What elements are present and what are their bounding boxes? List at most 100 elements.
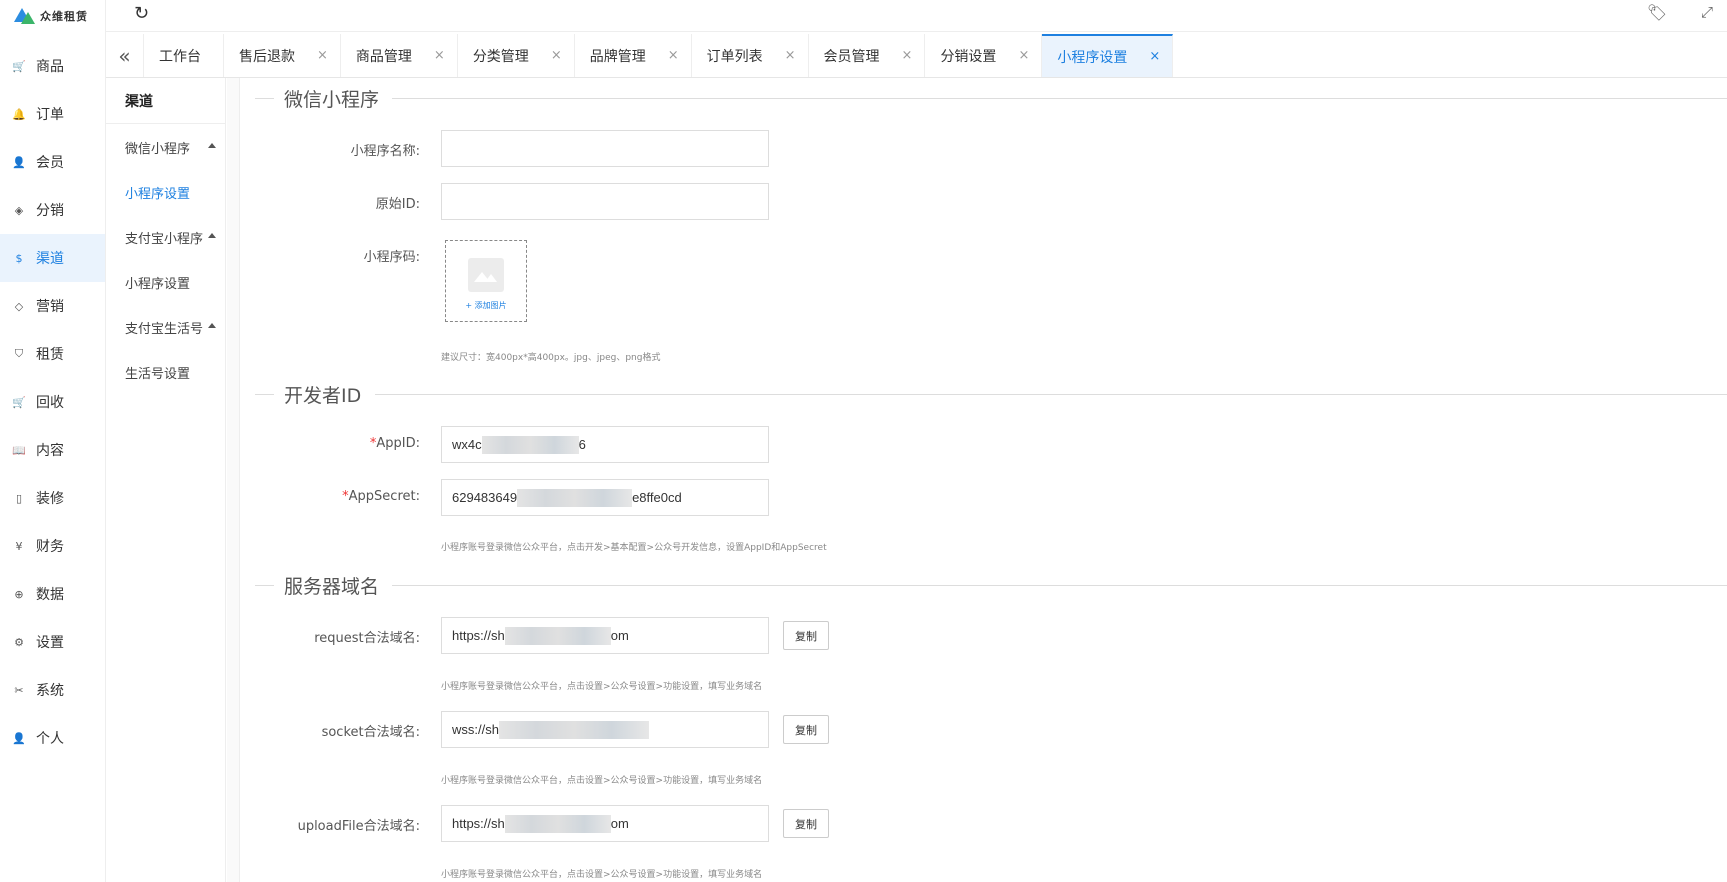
copy-socket-button[interactable]: 复制 [783,715,829,744]
upload-domain-input[interactable]: https://sh om [441,805,769,842]
tab-0[interactable]: 工作台 [144,34,224,77]
request-prefix: https://sh [452,628,505,643]
submenu-item[interactable]: 生活号设置 [106,350,225,394]
nav-item-label: 系统 [36,683,64,699]
appsecret-prefix: 629483649 [452,490,518,505]
qrcode-label: 小程序码: [363,250,420,265]
tab-label: 订单列表 [706,48,763,65]
submenu-title: 渠道 [106,78,225,124]
nav-item-14[interactable]: 👤 个人 [0,714,105,762]
nav-item-label: 回收 [36,395,64,411]
tab-label: 小程序设置 [1057,49,1128,66]
tab-6[interactable]: 会员管理 × [809,34,926,77]
nav-item-label: 数据 [36,587,64,603]
submenu-group-2[interactable]: 支付宝生活号 [106,304,225,350]
caret-up-icon [208,143,216,148]
collapse-chevron-icon[interactable]: « [106,34,144,77]
nav-item-label: 装修 [36,491,64,507]
nav-item-10[interactable]: ¥ 财务 [0,522,105,570]
masked-value [517,488,633,507]
tab-3[interactable]: 分类管理 × [458,34,575,77]
masked-value [504,626,611,645]
nav-item-1[interactable]: 🔔 订单 [0,90,105,138]
submenu-group-1[interactable]: 支付宝小程序 [106,214,225,260]
appsecret-label-text: AppSecret: [348,489,420,504]
socket-domain-input[interactable]: wss://sh [441,711,769,748]
close-icon[interactable]: × [902,48,913,63]
nav-item-6[interactable]: ⛉ 租赁 [0,330,105,378]
tablet-icon: ▯ [15,491,23,505]
nav-item-11[interactable]: ⊕ 数据 [0,570,105,618]
copy-upload-button[interactable]: 复制 [783,809,829,838]
globe-icon: ⊕ [14,587,24,601]
socket-domain-hint: 小程序账号登录微信公众平台，点击设置>公众号设置>功能设置，填写业务域名 [441,776,763,786]
nav-item-3[interactable]: ◈ 分销 [0,186,105,234]
request-domain-label: request合法域名: [314,631,420,646]
close-icon[interactable]: × [317,48,328,63]
section-divider [375,394,1727,395]
close-icon[interactable]: × [785,48,796,63]
tag-icon[interactable]: 🏷 [1647,3,1667,22]
bell-icon: 🔔 [12,107,26,121]
close-icon[interactable]: × [1018,48,1029,63]
submenu-group-label: 支付宝小程序 [125,231,204,247]
request-domain-input[interactable]: https://sh om [441,617,769,654]
left-nav: 众维租赁 🛒 商品 🔔 订单 👤 会员 ◈ 分销 $ 渠道 ◇ 营销 ⛉ 租赁 🛒 回收 📖 内容 ▯ 装修 ¥ 财务 ⊕ 数… [0,0,106,882]
submenu-group-label: 微信小程序 [125,141,191,157]
tab-8[interactable]: 小程序设置 × [1042,34,1174,77]
person-icon: 👤 [12,731,26,745]
submenu-group-0[interactable]: 微信小程序 [106,124,225,170]
nav-item-5[interactable]: ◇ 营销 [0,282,105,330]
nav-item-label: 设置 [36,635,64,651]
caret-up-icon [208,323,216,328]
nav-item-label: 营销 [36,299,64,315]
close-icon[interactable]: × [668,48,679,63]
gear-icon: ⚙ [14,635,24,649]
user-icon: 👤 [12,155,26,169]
refresh-icon[interactable]: ↻ [134,3,149,24]
nav-item-2[interactable]: 👤 会员 [0,138,105,186]
nav-item-label: 会员 [36,155,64,171]
yen-icon: ¥ [15,539,23,553]
main-content: 微信小程序 小程序名称: 原始ID: 小程序码: + 添加图片 建议尺寸：宽40… [227,78,1727,882]
tools-icon: ✂ [14,683,24,697]
submenu-item[interactable]: 小程序设置 [106,260,225,304]
tab-1[interactable]: 售后退款 × [224,34,341,77]
close-icon[interactable]: × [434,48,445,63]
cart-icon: 🛒 [12,59,26,73]
submenu-item[interactable]: 小程序设置 [106,170,225,214]
nav-item-label: 分销 [36,203,64,219]
nav-item-9[interactable]: ▯ 装修 [0,474,105,522]
shield-icon: ⛉ [14,347,24,360]
nav-list: 🛒 商品 🔔 订单 👤 会员 ◈ 分销 $ 渠道 ◇ 营销 ⛉ 租赁 🛒 回收 📖 内容 ▯ 装修 ¥ 财务 ⊕ 数据 ⚙ 设置 ✂… [0,42,105,762]
fullscreen-icon[interactable]: ⤢ [1701,3,1713,21]
section-divider [392,585,1727,586]
appsecret-suffix: e8ffe0cd [632,490,682,505]
nav-item-0[interactable]: 🛒 商品 [0,42,105,90]
close-icon[interactable]: × [1149,49,1160,64]
tab-7[interactable]: 分销设置 × [925,34,1043,77]
upload-domain-hint: 小程序账号登录微信公众平台，点击设置>公众号设置>功能设置，填写业务域名 [441,870,763,880]
nav-item-label: 租赁 [36,347,64,363]
nav-item-13[interactable]: ✂ 系统 [0,666,105,714]
nav-item-7[interactable]: 🛒 回收 [0,378,105,426]
nav-item-4[interactable]: $ 渠道 [0,234,105,282]
origin-id-input[interactable] [441,183,769,220]
name-input[interactable] [441,130,769,167]
tab-bar: « 工作台 售后退款 × 商品管理 × 分类管理 × 品牌管理 × 订单列表 × 会员管理 × 分销设置 ×… [106,34,1727,78]
nav-item-8[interactable]: 📖 内容 [0,426,105,474]
close-icon[interactable]: × [551,48,562,63]
qrcode-upload[interactable]: + 添加图片 [445,240,527,322]
appid-input[interactable]: wx4c 6 [441,426,769,463]
tab-2[interactable]: 商品管理 × [341,34,458,77]
nav-item-12[interactable]: ⚙ 设置 [0,618,105,666]
appsecret-input[interactable]: 629483649 e8ffe0cd [441,479,769,516]
upload-prefix: https://sh [452,816,505,831]
appid-suffix: 6 [578,437,586,452]
copy-request-button[interactable]: 复制 [783,621,829,650]
origin-id-label: 原始ID: [375,197,420,212]
brand-logo[interactable]: 众维租赁 [0,0,105,32]
tab-4[interactable]: 品牌管理 × [575,34,692,77]
tab-5[interactable]: 订单列表 × [692,34,809,77]
appid-prefix: wx4c [452,437,482,452]
